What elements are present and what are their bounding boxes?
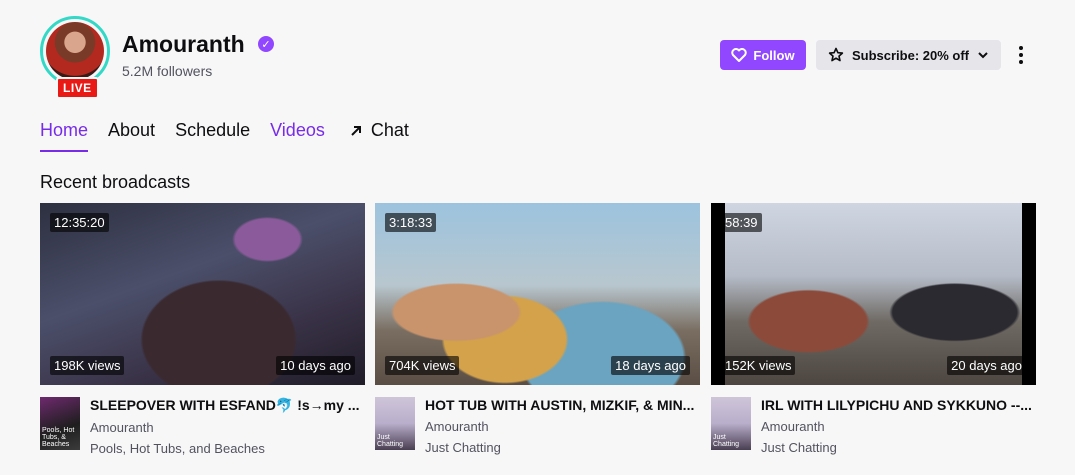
video-title[interactable]: IRL WITH LILYPICHU AND SYKKUNO --... [761, 397, 1036, 413]
video-category[interactable]: Just Chatting [761, 440, 1036, 455]
category-box-art[interactable]: Just Chatting [711, 397, 751, 450]
video-meta-text: SLEEPOVER WITH ESFAND🐬 !s→my ... Amouran… [90, 397, 365, 462]
follower-count: 5.2M followers [122, 63, 213, 79]
subscribe-button[interactable]: Subscribe: 20% off [816, 40, 1001, 70]
category-box-art[interactable]: Pools, Hot Tubs, & Beaches [40, 397, 80, 450]
views-badge: 704K views [385, 356, 460, 375]
duration-badge: 58:39 [721, 213, 762, 232]
section-title: Recent broadcasts [40, 172, 191, 192]
box-art-text: Just Chatting [713, 434, 740, 448]
video-thumbnail[interactable]: 12:35:20 198K views 10 days ago [40, 203, 365, 385]
heart-icon [731, 48, 748, 62]
tab-videos[interactable]: Videos [270, 120, 325, 152]
video-meta-text: IRL WITH LILYPICHU AND SYKKUNO --... Amo… [761, 397, 1036, 461]
channel-name[interactable]: Amouranth [122, 31, 245, 58]
video-card[interactable]: 12:35:20 198K views 10 days ago Pools, H… [40, 203, 365, 462]
box-art-text: Just Chatting [377, 434, 404, 448]
video-card[interactable]: 58:39 152K views 20 days ago Just Chatti… [711, 203, 1036, 461]
video-meta-text: HOT TUB WITH AUSTIN, MIZKIF, & MIN... Am… [425, 397, 700, 461]
category-box-art[interactable]: Just Chatting [375, 397, 415, 450]
follow-label: Follow [753, 47, 795, 63]
tab-schedule[interactable]: Schedule [175, 120, 250, 152]
external-arrow-icon [349, 120, 363, 142]
date-badge: 20 days ago [947, 356, 1026, 375]
video-thumbnail[interactable]: 3:18:33 704K views 18 days ago [375, 203, 700, 385]
dot [1019, 60, 1023, 64]
tab-home-label: Home [40, 120, 89, 140]
video-category[interactable]: Just Chatting [425, 440, 700, 455]
tab-chat[interactable]: Chat [345, 120, 409, 152]
more-options-button[interactable] [1010, 42, 1032, 68]
tab-chat-label: Chat [370, 120, 409, 140]
dot [1019, 53, 1023, 57]
star-icon [828, 47, 844, 62]
video-title[interactable]: SLEEPOVER WITH ESFAND🐬 !s→my ... [90, 397, 365, 414]
box-art-text: Pools, Hot Tubs, & Beaches [42, 427, 75, 448]
dot [1019, 46, 1023, 50]
video-category[interactable]: Pools, Hot Tubs, and Beaches [90, 441, 365, 456]
channel-avatar[interactable]: LIVE [40, 16, 110, 99]
views-badge: 152K views [721, 356, 796, 375]
duration-badge: 12:35:20 [50, 213, 109, 232]
tab-about[interactable]: About [108, 120, 155, 152]
tab-about-label: About [108, 120, 156, 140]
avatar-ring [40, 16, 110, 86]
video-channel[interactable]: Amouranth [425, 419, 700, 434]
avatar [46, 22, 104, 80]
video-thumbnail[interactable]: 58:39 152K views 20 days ago [711, 203, 1036, 385]
views-badge: 198K views [50, 356, 125, 375]
video-card[interactable]: 3:18:33 704K views 18 days ago Just Chat… [375, 203, 700, 461]
tab-home[interactable]: Home [40, 120, 89, 152]
channel-tabs: Home About Schedule Videos Chat [40, 120, 429, 152]
video-channel[interactable]: Amouranth [761, 419, 1036, 434]
video-meta: Just Chatting IRL WITH LILYPICHU AND SYK… [711, 397, 1036, 461]
chevron-down-icon [978, 52, 988, 59]
tab-schedule-label: Schedule [175, 120, 251, 140]
date-badge: 18 days ago [611, 356, 690, 375]
video-channel[interactable]: Amouranth [90, 420, 365, 435]
duration-badge: 3:18:33 [385, 213, 437, 232]
verified-icon: ✓ [258, 36, 274, 52]
video-meta: Pools, Hot Tubs, & Beaches SLEEPOVER WIT… [40, 397, 365, 462]
follow-button[interactable]: Follow [720, 40, 806, 70]
tab-videos-label: Videos [270, 120, 325, 140]
video-meta: Just Chatting HOT TUB WITH AUSTIN, MIZKI… [375, 397, 700, 461]
date-badge: 10 days ago [276, 356, 355, 375]
live-badge: LIVE [56, 77, 99, 99]
subscribe-label: Subscribe: 20% off [851, 47, 970, 63]
video-title[interactable]: HOT TUB WITH AUSTIN, MIZKIF, & MIN... [425, 397, 700, 413]
